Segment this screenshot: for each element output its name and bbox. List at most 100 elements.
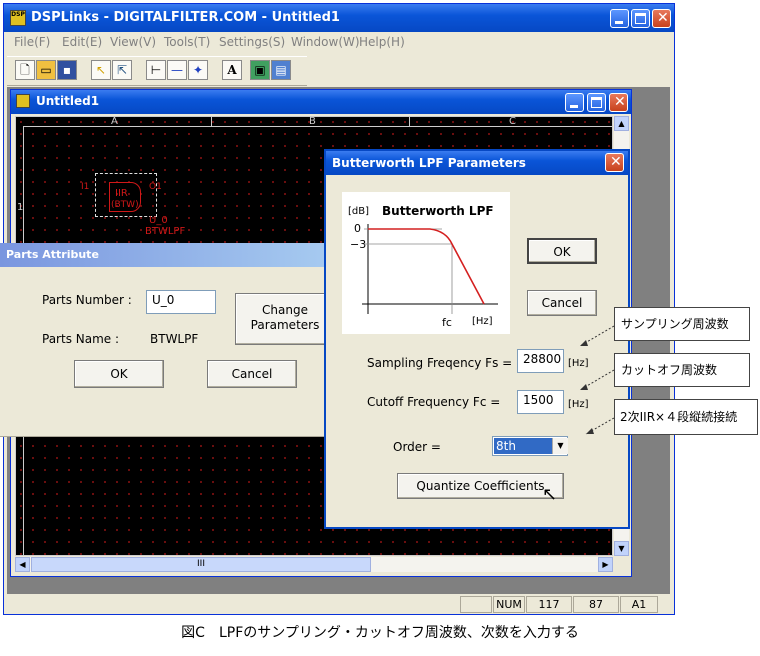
col-label-b: B bbox=[309, 116, 316, 127]
pointer-icon[interactable]: ↖ bbox=[91, 60, 111, 80]
menu-file[interactable]: File(F) bbox=[14, 35, 50, 49]
save-icon[interactable]: ▪ bbox=[57, 60, 77, 80]
part-output-label: O1 bbox=[149, 182, 162, 192]
graph-hz-label: [Hz] bbox=[472, 316, 493, 327]
parts-cancel-button[interactable]: Cancel bbox=[207, 360, 297, 388]
minimize-button[interactable] bbox=[610, 9, 629, 28]
annotation-fs-box: サンプリング周波数 bbox=[614, 307, 750, 341]
change-parameters-button[interactable]: Change Parameters bbox=[235, 293, 335, 345]
lpf-close-button[interactable]: ✕ bbox=[605, 153, 624, 172]
order-selected-value: 8th bbox=[494, 438, 552, 454]
minimize-icon bbox=[615, 21, 623, 24]
cutoff-frequency-value: 1500 bbox=[523, 393, 554, 407]
junction-icon[interactable]: ✦ bbox=[188, 60, 208, 80]
parts-ok-button[interactable]: OK bbox=[74, 360, 164, 388]
close-button[interactable]: ✕ bbox=[652, 9, 671, 28]
child-minimize-button[interactable] bbox=[565, 93, 584, 112]
menu-window[interactable]: Window(W) bbox=[291, 35, 360, 49]
window-title: DSPLinks - DIGITALFILTER.COM - Untitled1 bbox=[31, 10, 340, 25]
status-y: 87 bbox=[573, 596, 619, 613]
annotation-order-box: 2次IIR×４段縦続接続 bbox=[614, 399, 758, 435]
child-close-icon: ✕ bbox=[614, 94, 626, 110]
open-icon[interactable]: ▭ bbox=[36, 60, 56, 80]
menu-tools[interactable]: Tools(T) bbox=[164, 35, 210, 49]
sampling-frequency-field[interactable]: 28800 bbox=[517, 349, 564, 373]
lpf-title-bar[interactable]: Butterworth LPF Parameters ✕ bbox=[326, 151, 628, 175]
maximize-icon bbox=[635, 13, 646, 24]
lpf-ok-button[interactable]: OK bbox=[527, 238, 597, 264]
status-bar: NUM 117 87 A1 bbox=[7, 595, 670, 613]
horizontal-scrollbar[interactable]: ◀ III ▶ bbox=[15, 557, 613, 572]
menu-settings[interactable]: Settings(S) bbox=[219, 35, 285, 49]
main-title-bar[interactable]: DSP DSPLinks - DIGITALFILTER.COM - Untit… bbox=[4, 4, 674, 32]
text-icon[interactable]: A bbox=[222, 60, 242, 80]
annotation-arrows bbox=[579, 325, 615, 435]
scroll-left-button[interactable]: ◀ bbox=[15, 557, 30, 572]
menu-edit[interactable]: Edit(E) bbox=[62, 35, 102, 49]
annotation-fc-box: カットオフ周波数 bbox=[614, 353, 750, 387]
response-graph: [dB] Butterworth LPF 0 −3 fc [Hz] bbox=[342, 192, 510, 334]
new-icon[interactable]: 🗋 bbox=[15, 60, 35, 80]
scroll-right-button[interactable]: ▶ bbox=[598, 557, 613, 572]
quantize-coefficients-button[interactable]: Quantize Coefficients bbox=[397, 473, 564, 499]
parts-attr-title: Parts Attribute bbox=[6, 248, 99, 261]
maximize-button[interactable] bbox=[631, 9, 650, 28]
parts-number-value: U_0 bbox=[152, 293, 175, 307]
app-logo-icon: DSP bbox=[10, 10, 26, 26]
cutoff-frequency-label: Cutoff Frequency Fc = bbox=[367, 395, 501, 409]
child-title-bar[interactable]: Untitled1 ✕ bbox=[11, 90, 631, 114]
chevron-down-icon[interactable]: ▼ bbox=[552, 438, 568, 454]
figure-caption: 図C LPFのサンプリング・カットオフ周波数、次数を入力する bbox=[181, 625, 579, 641]
col-divider bbox=[409, 116, 410, 126]
sampling-frequency-value: 28800 bbox=[523, 352, 562, 366]
parts-cancel-label: Cancel bbox=[231, 367, 273, 381]
response-curve bbox=[362, 224, 498, 314]
status-x: 117 bbox=[526, 596, 572, 613]
scroll-thumb-grip: III bbox=[197, 559, 205, 569]
scroll-thumb[interactable]: III bbox=[31, 557, 371, 572]
change-parameters-label-1: Change bbox=[262, 303, 308, 317]
change-parameters-label-2: Parameters bbox=[250, 318, 320, 332]
col-label-a: A bbox=[111, 116, 118, 127]
child-maximize-button[interactable] bbox=[587, 93, 606, 112]
part-block-line1: IIR bbox=[115, 188, 128, 199]
mouse-cursor-icon: ↖ bbox=[542, 484, 558, 505]
col-label-c: C bbox=[509, 116, 516, 127]
parts-number-field[interactable]: U_0 bbox=[146, 290, 216, 314]
lpf-title: Butterworth LPF Parameters bbox=[332, 156, 526, 170]
close-icon: ✕ bbox=[657, 10, 669, 26]
parts-name-value: BTWLPF bbox=[150, 332, 199, 346]
menu-help[interactable]: Help(H) bbox=[359, 35, 405, 49]
part-ref: U_0 bbox=[149, 215, 168, 226]
order-label: Order = bbox=[393, 440, 441, 454]
part-name: BTWLPF bbox=[145, 226, 186, 237]
child-close-button[interactable]: ✕ bbox=[609, 93, 628, 112]
col-divider bbox=[211, 116, 212, 126]
status-cell: A1 bbox=[620, 596, 658, 613]
annotation-fs-text: サンプリング周波数 bbox=[621, 317, 729, 331]
order-value-text: 8th bbox=[496, 439, 516, 453]
status-pane-empty bbox=[460, 596, 492, 613]
order-select[interactable]: 8th ▼ bbox=[492, 436, 568, 456]
lpf-cancel-label: Cancel bbox=[541, 296, 583, 310]
line-icon[interactable]: — bbox=[167, 60, 187, 80]
child-title: Untitled1 bbox=[36, 94, 100, 108]
window-icon[interactable]: ▤ bbox=[271, 60, 291, 80]
parts-attr-title-bar[interactable]: Parts Attribute bbox=[0, 243, 326, 267]
lpf-ok-label: OK bbox=[553, 245, 571, 259]
parts-number-label: Parts Number : bbox=[42, 293, 132, 307]
part-input-label: I1 bbox=[81, 182, 90, 192]
app-logo-text: DSP bbox=[11, 11, 25, 18]
menu-view[interactable]: View(V) bbox=[110, 35, 156, 49]
part-icon[interactable]: ▣ bbox=[250, 60, 270, 80]
scroll-up-button[interactable]: ▲ bbox=[614, 116, 629, 131]
annotation-fc-text: カットオフ周波数 bbox=[621, 363, 718, 377]
parts-attribute-dialog: Parts Attribute Parts Number : U_0 Parts… bbox=[0, 243, 335, 437]
wire-icon[interactable]: ⊢ bbox=[146, 60, 166, 80]
scroll-down-button[interactable]: ▼ bbox=[614, 541, 629, 556]
cutoff-frequency-field[interactable]: 1500 bbox=[517, 390, 564, 414]
select-icon[interactable]: ⇱ bbox=[112, 60, 132, 80]
parts-name-label: Parts Name : bbox=[42, 332, 120, 346]
quantize-coefficients-label: Quantize Coefficients bbox=[416, 479, 545, 493]
parts-ok-label: OK bbox=[110, 367, 128, 381]
